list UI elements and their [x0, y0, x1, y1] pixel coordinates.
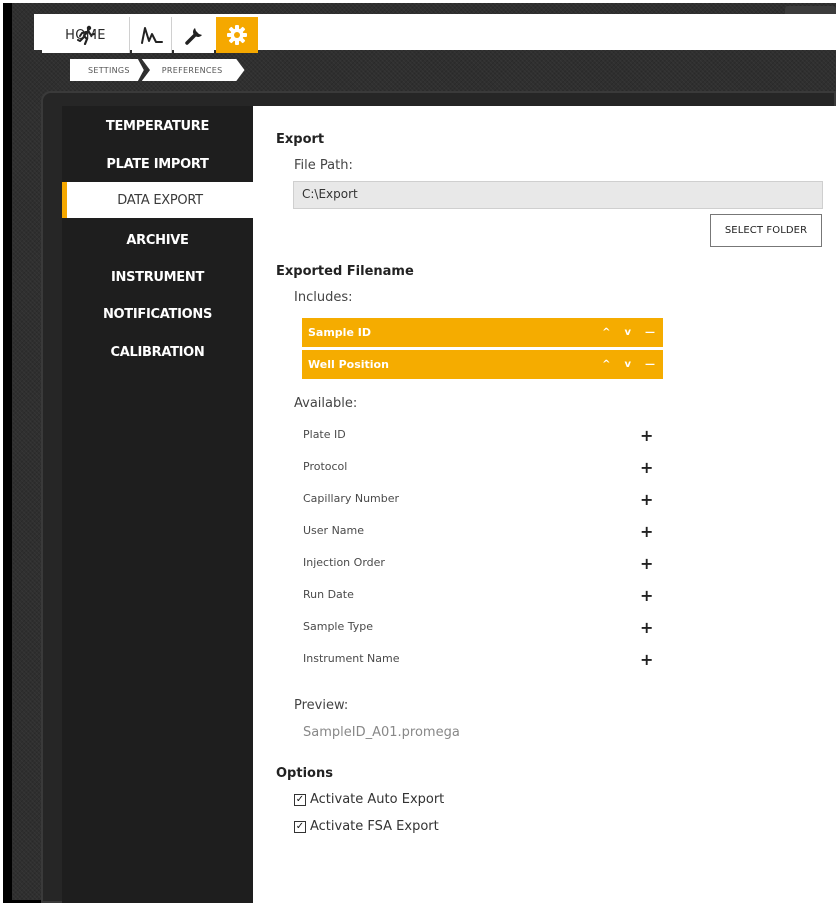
exported-filename-heading: Exported Filename	[276, 264, 414, 279]
breadcrumb-settings[interactable]: SETTINGS	[70, 59, 144, 81]
file-path-input[interactable]: C:\Export	[293, 181, 823, 209]
move-down-icon[interactable]: v	[624, 327, 631, 338]
included-item-label: Sample ID	[308, 326, 371, 339]
available-item-label: Sample Type	[303, 620, 374, 633]
available-item-label: Protocol	[303, 460, 348, 473]
sidebar-item-calibration[interactable]: CALIBRATION	[62, 334, 253, 370]
export-heading: Export	[276, 132, 325, 147]
analysis-button[interactable]	[132, 17, 172, 53]
home-label: HOME	[65, 27, 106, 43]
available-item-label: Injection Order	[303, 556, 385, 569]
add-icon[interactable]: +	[640, 586, 653, 605]
available-item-instrument-name: Instrument Name +	[303, 650, 663, 672]
available-item-label: Instrument Name	[303, 652, 400, 665]
fsa-export-label: Activate FSA Export	[310, 819, 439, 834]
includes-label: Includes:	[294, 290, 353, 305]
settings-button[interactable]	[216, 17, 258, 53]
select-folder-button[interactable]: SELECT FOLDER	[710, 214, 822, 247]
sidebar-item-temperature[interactable]: TEMPERATURE	[62, 108, 253, 144]
preview-value: SampleID_A01.promega	[303, 725, 460, 740]
add-icon[interactable]: +	[640, 458, 653, 477]
sidebar-item-instrument[interactable]: INSTRUMENT	[62, 259, 253, 295]
auto-export-option[interactable]: ✓ Activate Auto Export	[294, 792, 444, 807]
auto-export-label: Activate Auto Export	[310, 792, 445, 807]
preview-label: Preview:	[294, 698, 349, 713]
remove-icon[interactable]: —	[645, 359, 655, 370]
tools-button[interactable]	[174, 17, 214, 53]
available-item-run-date: Run Date +	[303, 586, 663, 608]
available-item-label: Run Date	[303, 588, 354, 601]
sidebar-item-data-export[interactable]: DATA EXPORT	[62, 182, 253, 218]
options-heading: Options	[276, 766, 333, 781]
available-item-capillary-number: Capillary Number +	[303, 490, 663, 512]
move-up-icon[interactable]: ^	[602, 359, 610, 370]
add-icon[interactable]: +	[640, 490, 653, 509]
sidebar-item-plate-import[interactable]: PLATE IMPORT	[62, 146, 253, 182]
add-icon[interactable]: +	[640, 650, 653, 669]
graph-icon	[140, 27, 163, 44]
remove-icon[interactable]: —	[645, 327, 655, 338]
available-item-label: Capillary Number	[303, 492, 400, 505]
screenshot-frame: HOME SETTINGS PREFERENCES TEMPERATURE PL…	[0, 0, 836, 903]
breadcrumb-preferences[interactable]: PREFERENCES	[141, 59, 245, 81]
auto-export-checkbox[interactable]: ✓	[294, 793, 306, 806]
available-item-plate-id: Plate ID +	[303, 426, 663, 448]
fsa-export-option[interactable]: ✓ Activate FSA Export	[294, 819, 439, 834]
available-item-user-name: User Name +	[303, 522, 663, 544]
available-item-protocol: Protocol +	[303, 458, 663, 480]
move-down-icon[interactable]: v	[624, 359, 631, 370]
available-item-label: User Name	[303, 524, 365, 537]
included-item-label: Well Position	[308, 358, 389, 371]
available-item-label: Plate ID	[303, 428, 346, 441]
included-item-sample-id[interactable]: Sample ID ^ v —	[302, 318, 663, 347]
move-up-icon[interactable]: ^	[602, 327, 610, 338]
breadcrumb: SETTINGS PREFERENCES	[70, 59, 245, 81]
available-label: Available:	[294, 396, 358, 411]
wrench-icon	[185, 28, 202, 45]
file-path-label: File Path:	[294, 158, 353, 173]
add-icon[interactable]: +	[640, 426, 653, 445]
available-item-injection-order: Injection Order +	[303, 554, 663, 576]
sidebar-item-notifications[interactable]: NOTIFICATIONS	[62, 296, 253, 332]
add-icon[interactable]: +	[640, 554, 653, 573]
included-item-well-position[interactable]: Well Position ^ v —	[302, 350, 663, 379]
add-icon[interactable]: +	[640, 618, 653, 637]
gear-icon	[227, 25, 247, 45]
sidebar-item-archive[interactable]: ARCHIVE	[62, 222, 253, 258]
available-item-sample-type: Sample Type +	[303, 618, 663, 640]
add-icon[interactable]: +	[640, 522, 653, 541]
home-button[interactable]: HOME	[42, 17, 130, 53]
fsa-export-checkbox[interactable]: ✓	[294, 820, 306, 833]
